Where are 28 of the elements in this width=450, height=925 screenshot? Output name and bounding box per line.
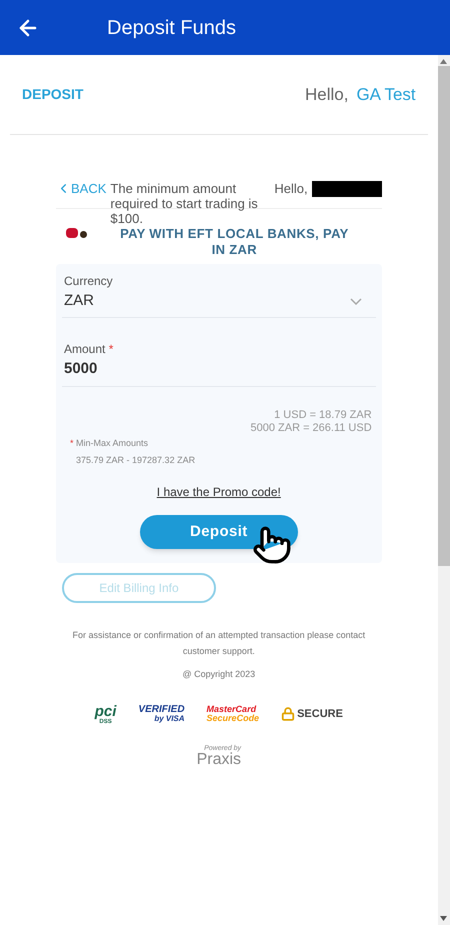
- deposit-tab[interactable]: DEPOSIT: [22, 84, 84, 105]
- greeting-label: Hello,: [304, 84, 348, 106]
- deposit-button[interactable]: Deposit: [140, 515, 298, 549]
- greeting-label: Hello,: [274, 181, 308, 196]
- back-link[interactable]: BACK: [56, 181, 106, 196]
- minimum-notice: The minimum amount required to start trading is $100.: [110, 181, 259, 226]
- user-name: GA Test: [356, 84, 416, 106]
- amount-field[interactable]: Amount * 5000: [62, 340, 376, 387]
- min-max-range: 375.79 ZAR - 197287.32 ZAR: [76, 454, 196, 466]
- mastercard-logo: MasterCard SecureCode: [206, 705, 260, 723]
- page-title: Deposit Funds: [107, 16, 236, 40]
- scroll-down-icon: [440, 916, 448, 921]
- padlock-icon: [281, 707, 296, 721]
- scroll-up-icon: [440, 59, 448, 64]
- exchange-rate: 1 USD = 18.79 ZAR: [274, 409, 372, 422]
- chevron-down-icon: [350, 298, 362, 305]
- support-note: For assistance or confirmation of an attempted transaction please contact customer support.: [72, 629, 366, 658]
- min-max-label: * Min-Max Amounts: [70, 437, 150, 450]
- exchange-rate: 5000 ZAR = 266.11 USD: [250, 422, 372, 435]
- bank-logo-icon: [66, 228, 87, 238]
- currency-select[interactable]: Currency ZAR: [62, 272, 376, 318]
- scrollbar-thumb[interactable]: [438, 66, 450, 566]
- visa-logo: VERIFIED by VISA: [138, 705, 185, 723]
- redacted-bar: [312, 181, 382, 197]
- promo-code-link[interactable]: I have the Promo code!: [156, 483, 281, 501]
- payment-method-title: PAY WITH EFT LOCAL BANKS, PAY IN ZAR: [119, 226, 350, 258]
- secure-logo: SECURE: [281, 706, 343, 722]
- copyright-text: @ Copyright 2023: [182, 668, 256, 681]
